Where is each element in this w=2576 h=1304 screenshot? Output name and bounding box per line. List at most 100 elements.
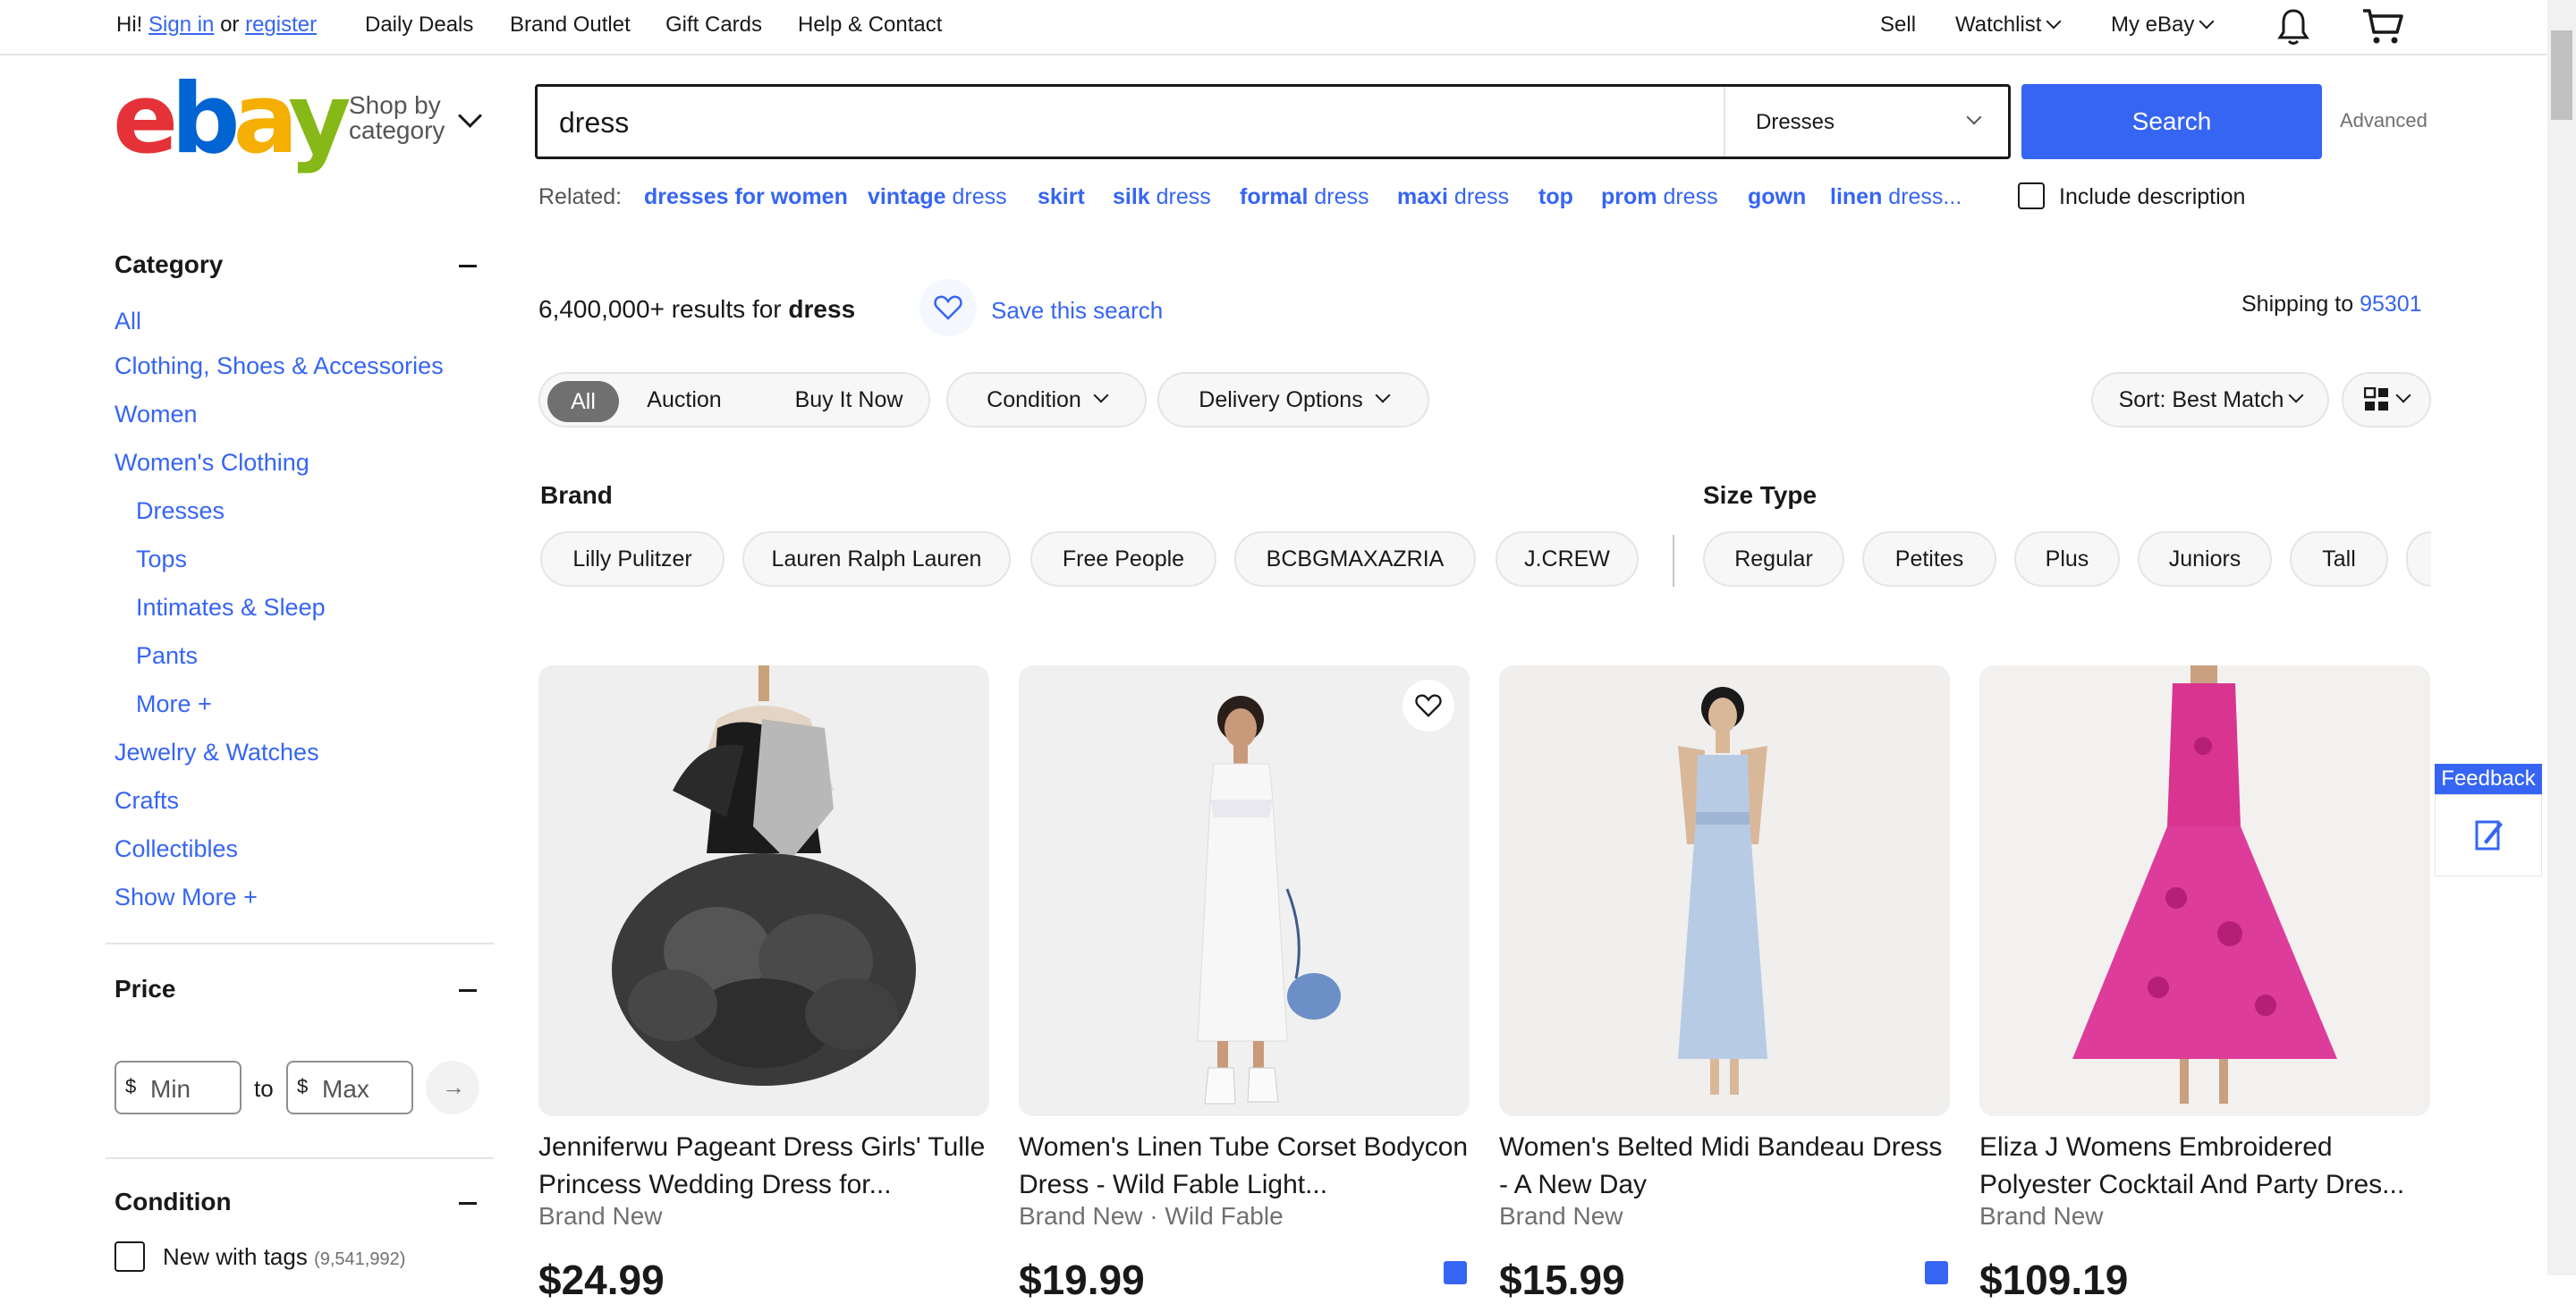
category-womens-clothing[interactable]: Women's Clothing [114, 449, 309, 477]
advanced-search-link[interactable]: Advanced [2340, 109, 2428, 132]
related-link[interactable]: vintage dress [868, 184, 1007, 210]
product-image[interactable] [538, 665, 989, 1116]
shipping-label: Shipping to [2241, 292, 2354, 317]
category-select[interactable]: Dresses [1756, 110, 1835, 135]
size-type-chip[interactable]: Tall [2290, 531, 2388, 587]
size-type-heading: Size Type [1703, 481, 1818, 509]
feedback-box [2435, 794, 2542, 876]
include-description-checkbox[interactable] [2018, 182, 2045, 209]
scrollbar-thumb[interactable] [2551, 30, 2572, 120]
subcategory-tops[interactable]: Tops [136, 546, 187, 573]
related-link[interactable]: skirt [1038, 184, 1085, 210]
format-buy-it-now[interactable]: Buy It Now [782, 372, 916, 428]
max-price-input[interactable]: $ Max [286, 1061, 413, 1114]
product-image[interactable] [1979, 665, 2430, 1116]
format-auction[interactable]: Auction [633, 372, 735, 428]
chevron-down-icon[interactable] [458, 104, 482, 128]
product-subtitle: Brand New [538, 1202, 663, 1230]
product-image[interactable] [1019, 665, 1470, 1116]
daily-deals-link[interactable]: Daily Deals [365, 13, 473, 38]
related-link[interactable]: dresses for women [644, 184, 848, 210]
subcategory-dresses[interactable]: Dresses [136, 497, 225, 525]
sign-in-link[interactable]: Sign in [148, 13, 214, 37]
category-all[interactable]: All [114, 308, 141, 335]
brand-outlet-link[interactable]: Brand Outlet [510, 13, 631, 38]
brand-chip[interactable]: J.CREW [1496, 531, 1639, 587]
collapse-icon[interactable] [459, 265, 477, 267]
brand-chip[interactable]: Lilly Pulitzer [540, 531, 724, 587]
category-crafts[interactable]: Crafts [114, 787, 179, 815]
brand-chip[interactable]: Free People [1030, 531, 1216, 587]
related-link[interactable]: silk dress [1113, 184, 1211, 210]
help-contact-link[interactable]: Help & Contact [798, 13, 942, 38]
brand-chip[interactable]: Lauren Ralph Lauren [742, 531, 1011, 587]
collapse-icon[interactable] [459, 1202, 477, 1205]
category-jewelry[interactable]: Jewelry & Watches [114, 739, 319, 766]
save-search-link[interactable]: Save this search [991, 297, 1163, 325]
zip-code-link[interactable]: 95301 [2360, 292, 2422, 317]
category-clothing[interactable]: Clothing, Shoes & Accessories [114, 352, 444, 380]
results-count: 6,400,000+ results for dress [538, 295, 855, 324]
product-title-link[interactable]: Women's Linen Tube Corset Bodycon Dress … [1019, 1129, 1475, 1204]
sort-button[interactable]: Sort: Best Match [2091, 372, 2329, 428]
size-type-chip[interactable]: Petites [1862, 531, 1996, 587]
size-type-chip-partial[interactable] [2406, 531, 2431, 587]
new-with-tags-checkbox[interactable] [114, 1241, 145, 1272]
scrollbar-track[interactable] [2547, 0, 2576, 1275]
related-link[interactable]: linen dress... [1830, 184, 1962, 210]
subcategory-intimates[interactable]: Intimates & Sleep [136, 594, 326, 622]
related-link[interactable]: gown [1748, 184, 1806, 210]
related-link[interactable]: maxi dress [1397, 184, 1509, 210]
size-type-chip[interactable]: Juniors [2138, 531, 2272, 587]
format-all[interactable]: All [547, 381, 619, 422]
shop-by-category-button[interactable]: Shop by category [349, 93, 445, 143]
related-label: Related: [538, 184, 623, 209]
search-button[interactable]: Search [2021, 84, 2322, 159]
save-search-heart-button[interactable] [919, 279, 977, 336]
related-link[interactable]: top [1538, 184, 1573, 210]
condition-filter-label: Condition [987, 386, 1081, 412]
brand-chip[interactable]: BCBGMAXAZRIA [1234, 531, 1476, 587]
search-input[interactable]: dress [559, 106, 629, 140]
condition-filter-button[interactable]: Condition [946, 372, 1147, 428]
chevron-down-icon [2288, 387, 2304, 403]
category-collectibles[interactable]: Collectibles [114, 835, 238, 863]
feedback-widget[interactable]: Feedback [2435, 764, 2542, 876]
notification-bell-icon[interactable] [2275, 7, 2311, 47]
related-searches: Related: dresses for women vintage dress… [538, 184, 1962, 210]
shop-by-line2: category [349, 116, 445, 144]
related-link[interactable]: formal dress [1240, 184, 1369, 210]
results-number: 6,400,000+ [538, 295, 665, 323]
cart-icon[interactable] [2361, 7, 2404, 47]
view-toggle-button[interactable] [2342, 372, 2431, 428]
chevron-down-icon[interactable] [1966, 109, 1982, 125]
bandeau-dress-image [1499, 665, 1950, 1116]
size-type-chip[interactable]: Plus [2014, 531, 2120, 587]
submit-price-button[interactable]: → [426, 1061, 479, 1114]
chip-divider [1673, 535, 1674, 587]
collapse-icon[interactable] [459, 989, 477, 992]
price-heading: Price [114, 975, 176, 1003]
sell-link[interactable]: Sell [1880, 13, 1916, 38]
related-link[interactable]: prom dress [1601, 184, 1718, 210]
category-women[interactable]: Women [114, 401, 198, 428]
product-title-link[interactable]: Women's Belted Midi Bandeau Dress - A Ne… [1499, 1129, 1955, 1204]
watch-item-button[interactable] [1402, 680, 1454, 732]
condition-heading: Condition [114, 1188, 232, 1215]
ebay-logo[interactable]: ebay [113, 72, 352, 168]
gift-cards-link[interactable]: Gift Cards [665, 13, 762, 38]
product-title-link[interactable]: Eliza J Womens Embroidered Polyester Coc… [1979, 1129, 2436, 1204]
show-more-link[interactable]: Show More + [114, 884, 258, 911]
product-image[interactable] [1499, 665, 1950, 1116]
subcategory-more[interactable]: More + [136, 690, 212, 718]
watchlist-menu[interactable]: Watchlist [1955, 13, 2062, 38]
subcategory-pants[interactable]: Pants [136, 642, 198, 670]
delivery-options-button[interactable]: Delivery Options [1157, 372, 1429, 428]
new-with-tags-option[interactable]: New with tags (9,541,992) [163, 1243, 405, 1271]
plus-icon: + [198, 690, 212, 717]
min-price-input[interactable]: $ Min [114, 1061, 242, 1114]
register-link[interactable]: register [245, 13, 317, 37]
size-type-chip[interactable]: Regular [1703, 531, 1844, 587]
product-title-link[interactable]: Jenniferwu Pageant Dress Girls' Tulle Pr… [538, 1129, 995, 1204]
my-ebay-menu[interactable]: My eBay [2111, 13, 2215, 38]
